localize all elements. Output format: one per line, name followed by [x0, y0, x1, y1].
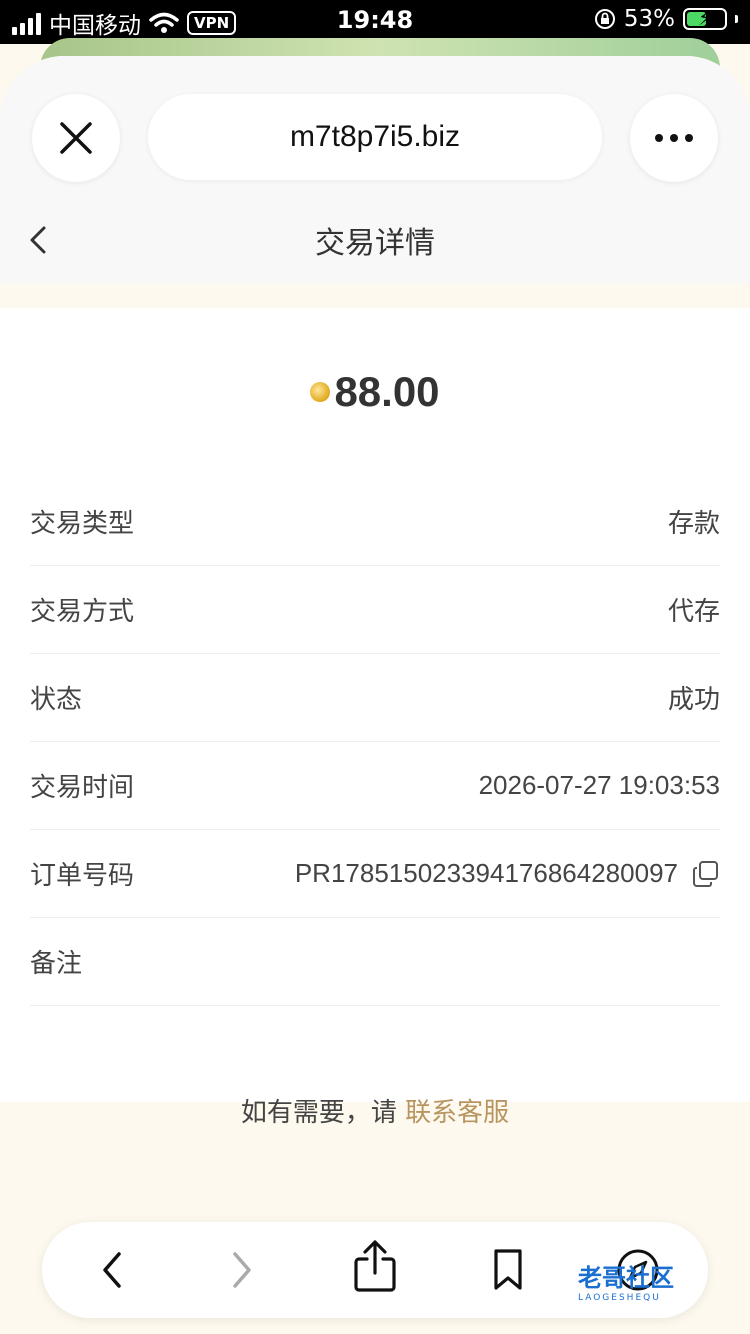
battery-icon: ⚡ [683, 6, 727, 30]
browser-sheet: m7t8p7i5.biz 交易详情 88.00 交易类型 存款 交易方式 代存 … [0, 56, 750, 1334]
forward-nav-button[interactable] [218, 1246, 266, 1294]
help-prefix: 如有需要，请 [240, 1098, 406, 1128]
amount-value: 88.00 [334, 368, 440, 415]
transaction-card: 88.00 交易类型 存款 交易方式 代存 状态 成功 交易时间 2026-07… [0, 308, 750, 1128]
url-bar[interactable]: m7t8p7i5.biz [148, 94, 602, 180]
page-header: 交易详情 [0, 196, 750, 284]
close-button[interactable] [32, 94, 120, 182]
detail-value: 存款 [667, 508, 720, 538]
detail-label: 交易时间 [30, 773, 135, 803]
status-right: 53% ⚡ [594, 6, 738, 32]
detail-row-order-number: 订单号码 PR178515023394176864280097 [30, 830, 720, 918]
close-icon [60, 122, 92, 154]
coin-icon [310, 382, 331, 402]
bookmarks-button[interactable] [484, 1246, 532, 1294]
detail-label: 交易类型 [30, 509, 135, 539]
detail-list: 交易类型 存款 交易方式 代存 状态 成功 交易时间 2026-07-27 19… [30, 478, 720, 1006]
battery-percent: 53% [623, 6, 675, 32]
detail-row-method: 交易方式 代存 [30, 566, 720, 654]
page-title: 交易详情 [315, 226, 435, 261]
order-number-text: PR178515023394176864280097 [294, 858, 678, 888]
detail-value: 代存 [667, 596, 720, 626]
detail-row-time: 交易时间 2026-07-27 19:03:53 [30, 742, 720, 830]
copy-icon[interactable] [692, 860, 720, 888]
watermark-subtext: LAOGESHEQU [578, 1293, 661, 1303]
share-button[interactable] [351, 1240, 399, 1292]
orientation-lock-icon [594, 9, 615, 29]
amount-display: 88.00 [0, 368, 750, 416]
chevron-right-icon [233, 1252, 251, 1288]
detail-label: 订单号码 [30, 861, 135, 891]
chevron-left-icon [103, 1252, 121, 1288]
more-button[interactable] [630, 94, 718, 182]
detail-value: 2026-07-27 19:03:53 [478, 770, 720, 800]
back-nav-button[interactable] [88, 1246, 136, 1294]
order-number-value: PR178515023394176864280097 [295, 858, 720, 889]
battery-tip [735, 15, 738, 23]
contact-support-link[interactable]: 联系客服 [405, 1098, 509, 1128]
watermark-text: 老哥社区 [578, 1264, 674, 1292]
more-dots-icon [655, 134, 693, 142]
detail-row-status: 状态 成功 [30, 654, 720, 742]
browser-top-bar: m7t8p7i5.biz [0, 56, 750, 196]
bookmark-icon [494, 1249, 522, 1290]
help-text: 如有需要，请 联系客服 [0, 1092, 750, 1129]
detail-label: 状态 [30, 685, 83, 715]
watermark-logo: 老哥社区 LAOGESHEQU [578, 1258, 734, 1310]
url-text: m7t8p7i5.biz [289, 120, 461, 153]
detail-label: 备注 [30, 949, 83, 979]
detail-label: 交易方式 [30, 597, 135, 627]
detail-value: 成功 [667, 684, 720, 714]
detail-row-type: 交易类型 存款 [30, 478, 720, 566]
share-icon [354, 1240, 396, 1292]
detail-row-remark: 备注 [30, 918, 720, 1006]
